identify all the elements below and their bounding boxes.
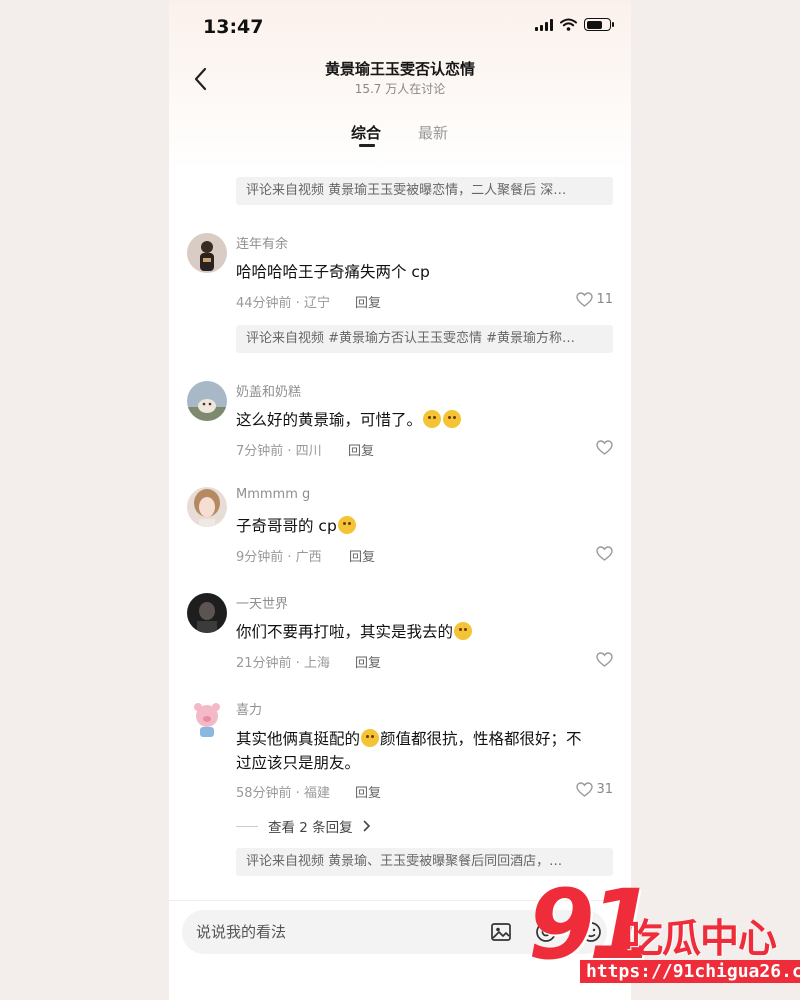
watermark-logo-text: 吃瓜中心 (624, 917, 777, 962)
wifi-icon (560, 18, 577, 31)
shy-icon (454, 622, 473, 640)
username[interactable]: 连年有余 (236, 233, 288, 252)
tab-comprehensive[interactable]: 综合 (351, 122, 381, 143)
like-button[interactable]: 31 (576, 782, 613, 797)
page-title: 黄景瑜王玉雯否认恋情 (324, 60, 475, 78)
comment-item: 奶盖和奶糕 这么好的黄景瑜，可惜了。 7分钟前 · 四川 回复 (187, 381, 613, 461)
smirk-icon (361, 729, 380, 747)
comment-text: 子奇哥哥的 cp (236, 517, 337, 535)
tab-latest[interactable]: 最新 (418, 122, 448, 143)
like-button[interactable] (596, 652, 613, 667)
like-count: 31 (596, 782, 613, 797)
battery-icon (584, 18, 614, 31)
phone-screen: 13:47 黄景瑜王玉雯否认恋情 15.7 万人在讨论 综合 最新 评论来自视频… (169, 0, 631, 1000)
username[interactable]: 喜力 (236, 699, 262, 718)
like-button[interactable] (596, 546, 613, 561)
username[interactable]: 一天世界 (236, 593, 288, 612)
discussion-count: 15.7 万人在讨论 (354, 82, 446, 96)
heart-icon (596, 652, 613, 667)
sweat-icon (423, 410, 442, 428)
reply-button[interactable]: 回复 (348, 440, 374, 459)
avatar[interactable] (187, 487, 227, 527)
active-tab-indicator (359, 144, 375, 147)
username[interactable]: 奶盖和奶糕 (236, 381, 301, 400)
comment-item: Mmmmm g 子奇哥哥的 cp 9分钟前 · 广西 回复 (187, 487, 613, 567)
comment-text-line: 这么好的黄景瑜，可惜了。 (236, 408, 616, 432)
status-bar: 13:47 (169, 0, 631, 52)
comment-text: 你们不要再打啦，其实是我去的 (236, 623, 454, 641)
heart-icon (576, 782, 594, 797)
comment-item: 连年有余 哈哈哈哈王子奇痛失两个 cp 44分钟前 · 辽宁 回复 11 (187, 233, 613, 313)
comment-text: 过应该只是朋友。 (236, 754, 361, 772)
comment-meta: 7分钟前 · 四川 (236, 444, 322, 459)
reply-button[interactable]: 回复 (349, 546, 375, 565)
status-time: 13:47 (203, 16, 264, 38)
comment-text: 这么好的黄景瑜，可惜了。 (236, 411, 423, 429)
laugh-cry-icon (337, 516, 356, 534)
video-source-tag[interactable]: 评论来自视频 黄景瑜王玉雯被曝恋情，二人聚餐后 深… (236, 177, 613, 205)
signal-icon (535, 18, 553, 31)
comment-text-line: 其实他俩真挺配的 颜值都很抗，性格都很好；不 (236, 727, 616, 751)
comment-item: 一天世界 你们不要再打啦，其实是我去的 21分钟前 · 上海 回复 (187, 593, 613, 673)
video-source-tag[interactable]: 评论来自视频 黄景瑜、王玉雯被曝聚餐后同回酒店，… (236, 848, 613, 876)
avatar[interactable] (187, 233, 227, 273)
video-source-tag[interactable]: 评论来自视频 #黄景瑜方否认王玉雯恋情 #黄景瑜方称… (236, 325, 613, 353)
comment-text-line: 你们不要再打啦，其实是我去的 (236, 620, 616, 644)
header: 黄景瑜王玉雯否认恋情 15.7 万人在讨论 (169, 52, 631, 112)
divider (236, 825, 258, 827)
username[interactable]: Mmmmm g (236, 487, 310, 502)
status-icons (535, 18, 614, 31)
heart-icon (596, 440, 613, 455)
like-button[interactable]: 11 (576, 292, 613, 307)
like-count: 11 (596, 292, 613, 307)
at-icon[interactable] (534, 920, 558, 944)
avatar[interactable] (187, 381, 227, 421)
comment-text: 其实他俩真挺配的 (236, 730, 361, 748)
sweat-icon (443, 410, 462, 428)
comment-text-line: 子奇哥哥的 cp (236, 514, 616, 538)
like-button[interactable] (596, 440, 613, 455)
avatar[interactable] (187, 699, 227, 739)
reply-button[interactable]: 回复 (355, 652, 381, 671)
emoji-icon[interactable] (579, 920, 603, 944)
tab-bar: 综合 最新 (169, 118, 631, 150)
heart-icon (576, 292, 594, 307)
comment-meta: 9分钟前 · 广西 (236, 550, 322, 565)
comment-meta: 58分钟前 · 福建 (236, 786, 330, 801)
comment-meta: 21分钟前 · 上海 (236, 656, 330, 671)
avatar[interactable] (187, 593, 227, 633)
comment-input-bar: 说说我的看法 (169, 900, 631, 1000)
comment-text: 颜值都很抗，性格都很好；不 (380, 730, 582, 748)
view-replies-button[interactable]: 查看 2 条回复 (236, 816, 371, 836)
comment-text: 哈哈哈哈王子奇痛失两个 cp (236, 263, 430, 281)
comment-item: 喜力 其实他俩真挺配的 颜值都很抗，性格都很好；不 过应该只是朋友。 58分钟前 … (187, 699, 613, 809)
reply-button[interactable]: 回复 (355, 292, 381, 311)
view-replies-label: 查看 2 条回复 (268, 820, 353, 836)
reply-button[interactable]: 回复 (355, 782, 381, 801)
image-icon[interactable] (489, 920, 513, 944)
comment-meta: 44分钟前 · 辽宁 (236, 296, 330, 311)
heart-icon (596, 546, 613, 561)
chevron-right-icon (363, 820, 370, 832)
